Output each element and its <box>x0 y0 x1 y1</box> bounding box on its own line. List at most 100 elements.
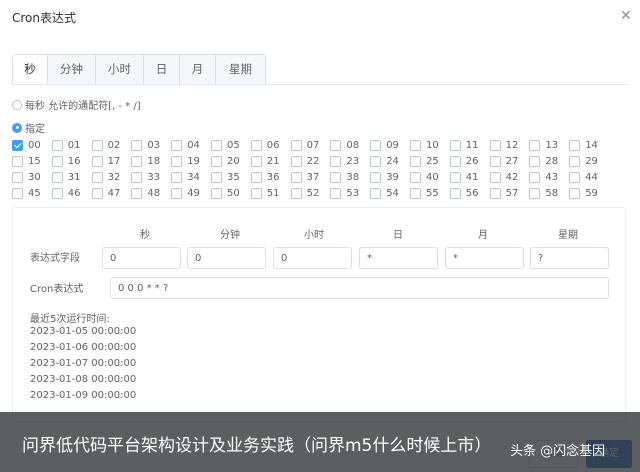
second-checkbox[interactable] <box>370 187 382 199</box>
second-checkbox[interactable] <box>171 187 183 199</box>
second-option[interactable]: 56 <box>449 185 490 201</box>
second-checkbox[interactable] <box>131 155 143 167</box>
second-option[interactable]: 46 <box>51 185 92 201</box>
second-checkbox[interactable] <box>131 139 143 151</box>
second-checkbox[interactable] <box>330 171 342 183</box>
second-option[interactable]: 37 <box>290 169 331 185</box>
second-option[interactable]: 21 <box>250 153 291 169</box>
radio-specify[interactable] <box>12 122 22 133</box>
hour-field-input[interactable] <box>273 247 352 269</box>
second-checkbox[interactable] <box>410 187 421 199</box>
radio-every-second[interactable] <box>12 99 22 110</box>
second-option[interactable]: 20 <box>211 153 251 169</box>
second-option[interactable]: 13 <box>529 137 569 153</box>
second-checkbox[interactable] <box>449 139 461 151</box>
second-checkbox[interactable] <box>330 187 342 199</box>
second-checkbox[interactable] <box>211 155 222 167</box>
second-option[interactable]: 34 <box>171 169 211 185</box>
second-option[interactable]: 10 <box>410 137 450 153</box>
second-option[interactable]: 54 <box>370 185 410 201</box>
second-option[interactable]: 44 <box>569 169 609 185</box>
second-checkbox[interactable] <box>410 171 421 183</box>
second-option[interactable]: 02 <box>91 137 132 153</box>
second-option[interactable]: 01 <box>51 137 92 153</box>
tab-hour[interactable]: 小时 <box>96 54 144 85</box>
month-field-input[interactable] <box>445 247 524 269</box>
second-checkbox[interactable] <box>250 187 262 199</box>
second-checkbox[interactable] <box>250 171 262 183</box>
second-option[interactable]: 00 <box>12 137 52 153</box>
second-checkbox[interactable] <box>569 187 581 199</box>
second-checkbox[interactable] <box>449 187 461 199</box>
second-checkbox[interactable] <box>529 139 541 151</box>
second-checkbox[interactable] <box>370 171 382 183</box>
second-checkbox[interactable] <box>171 171 183 183</box>
second-checkbox[interactable] <box>290 155 302 167</box>
tab-second[interactable]: 秒 <box>12 54 48 85</box>
second-option[interactable]: 16 <box>51 153 92 169</box>
second-checkbox[interactable] <box>569 139 581 151</box>
second-checkbox[interactable] <box>12 155 23 167</box>
second-option[interactable]: 40 <box>410 169 450 185</box>
second-checkbox[interactable] <box>51 171 63 183</box>
second-checkbox[interactable] <box>330 155 342 167</box>
second-option[interactable]: 17 <box>91 153 132 169</box>
second-option[interactable]: 35 <box>211 169 251 185</box>
second-option[interactable]: 24 <box>370 153 410 169</box>
second-checkbox[interactable] <box>12 171 23 183</box>
second-option[interactable]: 45 <box>12 185 52 201</box>
second-option[interactable]: 51 <box>250 185 291 201</box>
second-option[interactable]: 47 <box>91 185 132 201</box>
second-checkbox[interactable] <box>529 155 541 167</box>
second-option[interactable]: 11 <box>449 137 490 153</box>
second-option[interactable]: 06 <box>250 137 291 153</box>
second-option[interactable]: 07 <box>290 137 331 153</box>
tab-minute[interactable]: 分钟 <box>48 54 96 85</box>
second-checkbox[interactable] <box>211 171 222 183</box>
second-option[interactable]: 33 <box>131 169 171 185</box>
second-option[interactable]: 42 <box>489 169 530 185</box>
second-checkbox[interactable] <box>12 139 23 151</box>
tab-month[interactable]: 月 <box>180 54 216 85</box>
second-checkbox[interactable] <box>51 155 63 167</box>
second-checkbox[interactable] <box>569 155 581 167</box>
second-option[interactable]: 38 <box>330 169 370 185</box>
second-option[interactable]: 26 <box>449 153 490 169</box>
second-option[interactable]: 31 <box>51 169 92 185</box>
second-option[interactable]: 32 <box>91 169 132 185</box>
close-icon[interactable]: ✕ <box>620 8 632 24</box>
second-option[interactable]: 43 <box>529 169 569 185</box>
second-option[interactable]: 39 <box>370 169 410 185</box>
day-field-input[interactable] <box>359 247 438 269</box>
second-checkbox[interactable] <box>489 155 501 167</box>
second-option[interactable]: 57 <box>489 185 530 201</box>
second-checkbox[interactable] <box>529 187 541 199</box>
second-checkbox[interactable] <box>489 187 501 199</box>
second-option[interactable]: 53 <box>330 185 370 201</box>
second-checkbox[interactable] <box>171 155 183 167</box>
second-option[interactable]: 41 <box>449 169 490 185</box>
second-checkbox[interactable] <box>12 187 23 199</box>
second-checkbox[interactable] <box>211 139 222 151</box>
second-option[interactable]: 12 <box>489 137 530 153</box>
second-option[interactable]: 55 <box>410 185 450 201</box>
second-checkbox[interactable] <box>370 155 382 167</box>
second-checkbox[interactable] <box>91 155 103 167</box>
second-checkbox[interactable] <box>330 139 342 151</box>
cron-expression-input[interactable] <box>110 277 609 299</box>
second-checkbox[interactable] <box>91 187 103 199</box>
second-checkbox[interactable] <box>51 187 63 199</box>
second-checkbox[interactable] <box>250 155 262 167</box>
second-option[interactable]: 58 <box>529 185 569 201</box>
second-checkbox[interactable] <box>410 155 421 167</box>
second-option[interactable]: 19 <box>171 153 211 169</box>
second-option[interactable]: 29 <box>569 153 609 169</box>
option-specify[interactable]: 指定 <box>12 120 45 135</box>
second-option[interactable]: 59 <box>569 185 609 201</box>
second-field-input[interactable] <box>102 247 181 269</box>
second-checkbox[interactable] <box>370 139 382 151</box>
second-checkbox[interactable] <box>410 139 421 151</box>
second-checkbox[interactable] <box>250 139 262 151</box>
second-option[interactable]: 25 <box>410 153 450 169</box>
second-checkbox[interactable] <box>449 155 461 167</box>
